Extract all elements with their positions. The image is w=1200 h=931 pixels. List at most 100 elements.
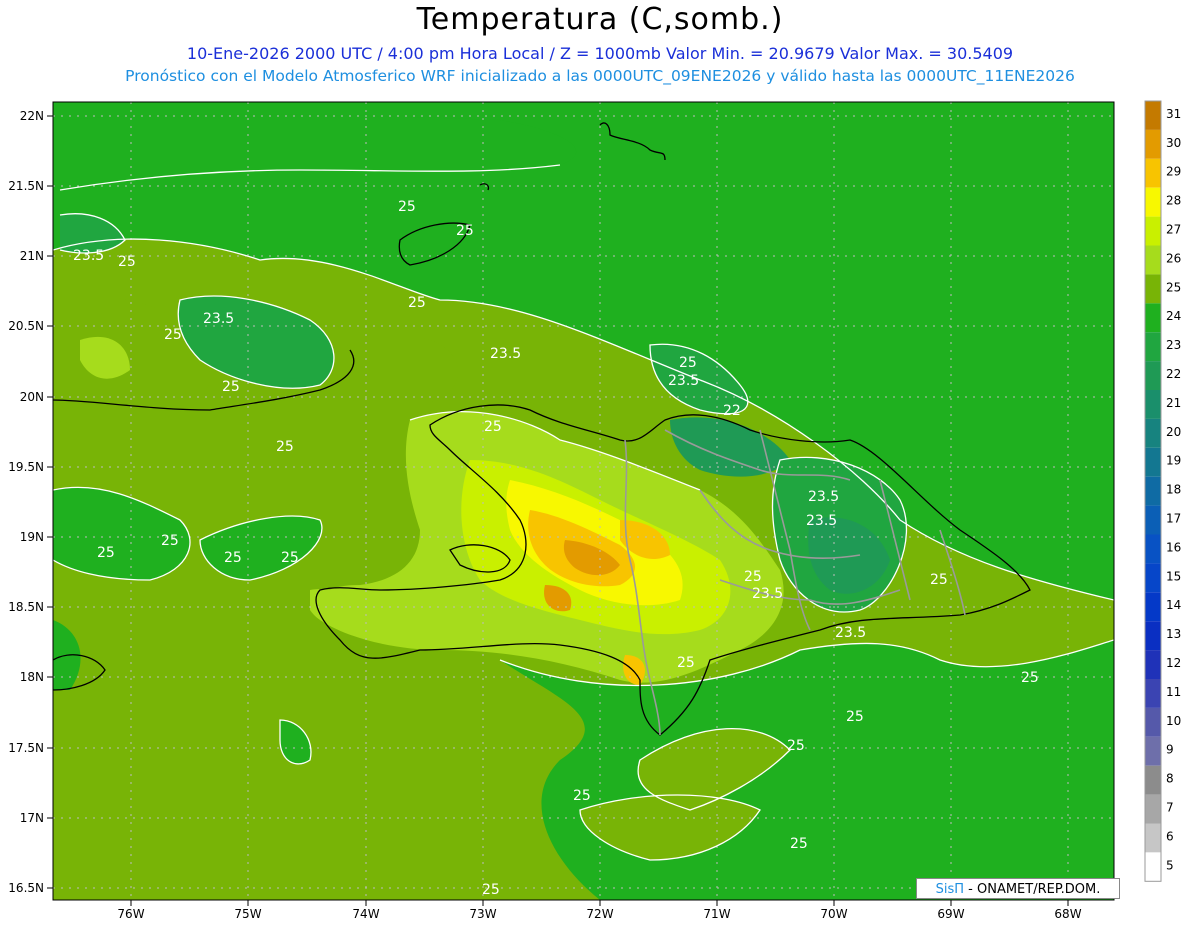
lat-label: 21.5N [8, 179, 44, 193]
contour-label: 25 [118, 254, 136, 270]
lon-label: 73W [469, 907, 496, 921]
sis-logo-text: SisΠ [935, 882, 965, 897]
colorbar-swatch [1145, 245, 1161, 275]
lat-label: 19N [20, 530, 44, 544]
colorbar-label: 5 [1166, 858, 1174, 872]
lon-label: 71W [703, 907, 730, 921]
longitude-axis: 76W 75W 74W 73W 72W 71W 70W 69W 68W [117, 907, 1081, 921]
contour-label: 25 [408, 295, 426, 311]
contour-label: 25 [484, 419, 502, 435]
colorbar-label: 11 [1166, 685, 1181, 699]
colorbar-swatch [1145, 476, 1161, 506]
contour-label: 25 [677, 655, 695, 671]
contour-label: 25 [276, 439, 294, 455]
colorbar-swatch [1145, 418, 1161, 448]
lat-label: 19.5N [8, 460, 44, 474]
lat-label: 20.5N [8, 319, 44, 333]
colorbar-label: 12 [1166, 656, 1181, 670]
colorbar-label: 24 [1166, 309, 1181, 323]
colorbar-swatch [1145, 129, 1161, 159]
lon-label: 70W [820, 907, 847, 921]
colorbar-label: 29 [1166, 165, 1181, 179]
colorbar-label: 23 [1166, 338, 1181, 352]
lon-label: 74W [352, 907, 379, 921]
colorbar-swatch [1145, 852, 1161, 882]
lat-label: 17.5N [8, 741, 44, 755]
contour-label: 23.5 [752, 586, 783, 602]
colorbar-label: 20 [1166, 425, 1181, 439]
lon-label: 69W [937, 907, 964, 921]
colorbar-swatch [1145, 505, 1161, 535]
colorbar-swatch [1145, 216, 1161, 246]
colorbar-label: 30 [1166, 136, 1181, 150]
contour-label: 25 [846, 709, 864, 725]
colorbar-label: 8 [1166, 772, 1174, 786]
latitude-axis: 22N 21.5N 21N 20.5N 20N 19.5N 19N 18.5N … [8, 109, 44, 895]
lon-ticks [130, 900, 1069, 906]
contour-label: 23.5 [203, 311, 234, 327]
contour-label: 25 [744, 569, 762, 585]
colorbar-label: 10 [1166, 714, 1181, 728]
contour-label: 25 [1021, 670, 1039, 686]
colorbar-label: 31 [1166, 107, 1181, 121]
colorbar-label: 15 [1166, 569, 1181, 583]
colorbar-label: 19 [1166, 454, 1181, 468]
colorbar-swatch [1145, 534, 1161, 564]
contour-label: 25 [161, 533, 179, 549]
contour-label: 22 [723, 403, 741, 419]
colorbar-swatch [1145, 707, 1161, 737]
contour-label: 25 [930, 572, 948, 588]
lon-label: 75W [234, 907, 261, 921]
contour-label: 25 [456, 223, 474, 239]
lon-label: 76W [117, 907, 144, 921]
colorbar-label: 27 [1166, 223, 1181, 237]
contour-label: 23.5 [73, 248, 104, 264]
contour-label: 25 [281, 550, 299, 566]
colorbar-swatch [1145, 794, 1161, 824]
colorbar-swatch [1145, 303, 1161, 333]
lat-label: 20N [20, 390, 44, 404]
colorbar-label: 18 [1166, 483, 1181, 497]
colorbar-swatch [1145, 447, 1161, 477]
colorbar-swatch [1145, 101, 1161, 130]
lon-label: 68W [1054, 907, 1081, 921]
colorbar-label: 13 [1166, 627, 1181, 641]
lat-label: 16.5N [8, 881, 44, 895]
contour-label: 25 [790, 836, 808, 852]
colorbar-label: 7 [1166, 801, 1174, 815]
colorbar-label: 25 [1166, 280, 1181, 294]
colorbar-label: 26 [1166, 251, 1181, 265]
contour-label: 23.5 [490, 346, 521, 362]
colorbar-swatch [1145, 736, 1161, 766]
colorbar-swatch [1145, 274, 1161, 304]
colorbar-label: 17 [1166, 512, 1181, 526]
colorbar-label: 14 [1166, 598, 1181, 612]
colorbar-swatch [1145, 563, 1161, 593]
colorbar-label: 6 [1166, 829, 1174, 843]
contour-label: 23.5 [808, 489, 839, 505]
colorbar-label: 22 [1166, 367, 1181, 381]
contour-label: 25 [164, 327, 182, 343]
lat-label: 22N [20, 109, 44, 123]
contour-label: 23.5 [668, 373, 699, 389]
map-panel: 25 25 23.5 25 25 23.5 25 25 25 25 23.5 2… [0, 0, 1200, 931]
colorbar-label: 28 [1166, 194, 1181, 208]
colorbar-swatch [1145, 765, 1161, 795]
colorbar-label: 16 [1166, 540, 1181, 554]
colorbar-label: 21 [1166, 396, 1181, 410]
color-scale: 31 30 29 28 27 26 25 24 23 22 21 20 19 18 17 16 15 14 13 12… [1144, 100, 1181, 882]
lat-label: 17N [20, 811, 44, 825]
temperature-field [53, 102, 1114, 900]
lat-label: 18.5N [8, 600, 44, 614]
contour-label: 23.5 [806, 513, 837, 529]
lat-label: 18N [20, 670, 44, 684]
colorbar-swatch [1145, 361, 1161, 390]
colorbar-swatch [1145, 390, 1161, 419]
colorbar-swatch [1145, 592, 1161, 622]
contour-label: 25 [787, 738, 805, 754]
credit-org: - ONAMET/REP.DOM. [964, 882, 1101, 897]
contour-label: 25 [97, 545, 115, 561]
lat-ticks [47, 115, 53, 889]
contour-label: 25 [224, 550, 242, 566]
lon-label: 72W [586, 907, 613, 921]
